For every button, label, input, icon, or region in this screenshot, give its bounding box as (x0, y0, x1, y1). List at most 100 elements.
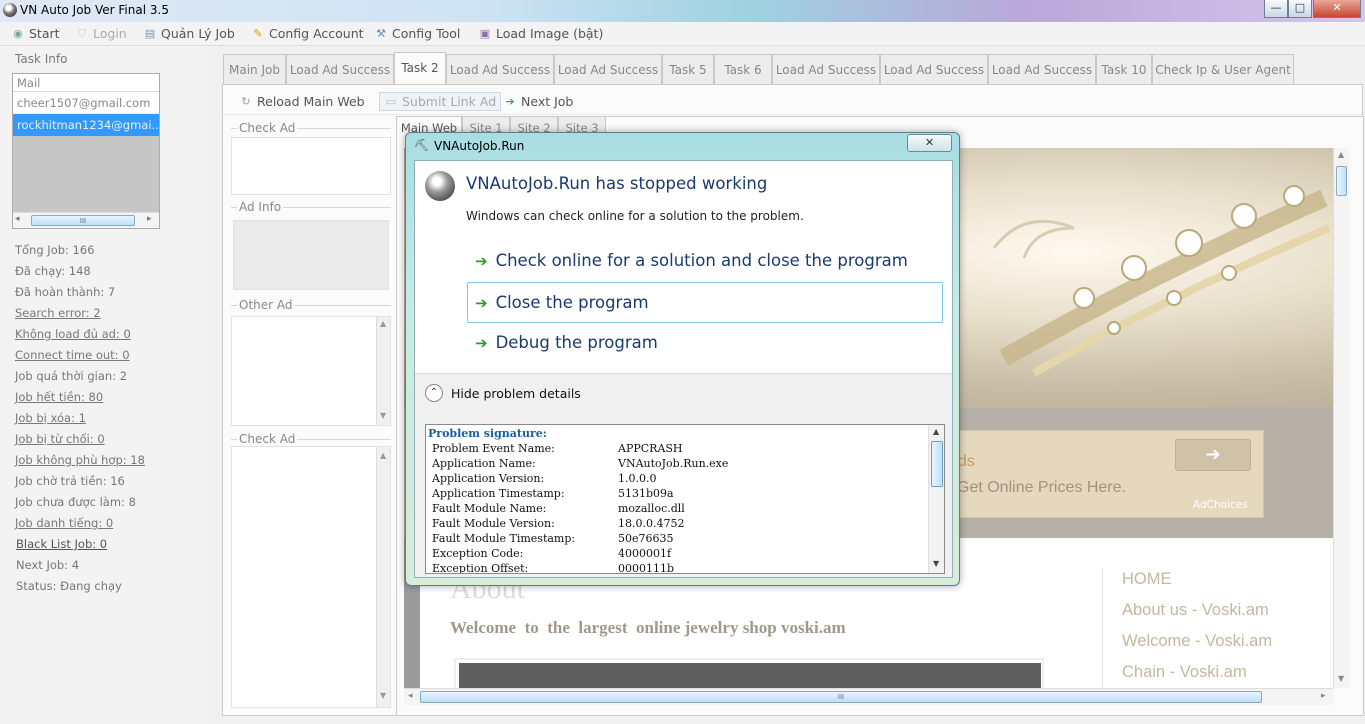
stat-item[interactable]: Job bị xóa: 1 (15, 411, 86, 425)
signature-value: 50e76635 (618, 532, 674, 545)
login-button[interactable]: ⛉ Login (75, 26, 127, 41)
scroll-up-icon[interactable]: ▲ (380, 319, 386, 328)
signature-value: 4000001f (618, 547, 672, 560)
mail-list-item[interactable]: cheer1507@gmail.com (13, 92, 159, 114)
mail-list[interactable]: Mail cheer1507@gmail.com rockhitman1234@… (12, 73, 160, 229)
stat-item[interactable]: Job hết tiền: 80 (15, 390, 103, 404)
other-ad-group: Other Ad ▲ ▼ (231, 298, 391, 426)
web-vscrollbar[interactable]: ▲ ▼ (1333, 148, 1349, 688)
close-button[interactable]: ✕ (1313, 0, 1361, 18)
stat-item[interactable]: Job không phù hợp: 18 (15, 453, 145, 467)
tab-item[interactable]: Load Ad Success (988, 54, 1096, 84)
site-menu-item[interactable]: Chain - Voski.am (1122, 663, 1247, 682)
scroll-down-icon[interactable]: ▼ (380, 691, 386, 700)
tab-item[interactable]: Task 10 (1096, 54, 1152, 84)
ad-text-2[interactable]: Get Online Prices Here. (957, 479, 1126, 497)
mail-list-hscrollbar[interactable]: ◂ III ▸ (13, 212, 159, 228)
tab-item[interactable]: Load Ad Success (880, 54, 988, 84)
check-ad-2-box[interactable]: ▲ ▼ (231, 446, 391, 708)
adchoices-link[interactable]: AdChoices (1193, 499, 1248, 511)
mail-column-header[interactable]: Mail (13, 74, 159, 92)
scroll-down-icon[interactable]: ▼ (1338, 674, 1344, 683)
ad-arrow-button[interactable]: ➔ (1175, 439, 1251, 471)
check-online-label: Check online for a solution and close th… (495, 251, 908, 270)
scroll-right-icon[interactable]: ▸ (1321, 691, 1326, 701)
tab-item[interactable]: Task 6 (714, 54, 772, 84)
signature-value: 1.0.0.0 (618, 472, 657, 485)
close-program-option[interactable]: ➔ Close the program (467, 282, 943, 323)
scroll-down-icon[interactable]: ▼ (933, 559, 939, 568)
tab-item[interactable]: Task 5 (662, 54, 714, 84)
check-ad-label: Check Ad (237, 121, 298, 135)
hide-details-toggle[interactable]: ⌃ Hide problem details (425, 384, 581, 402)
task-tab-strip: Main Job Load Ad Success Task 2 Load Ad Suc… (223, 52, 1363, 86)
scroll-down-icon[interactable]: ▼ (380, 411, 386, 420)
config-account-button[interactable]: ✎ Config Account (251, 26, 364, 41)
stat-item[interactable]: Job bị từ chối: 0 (15, 432, 105, 446)
quan-ly-job-button[interactable]: ▤ Quản Lý Job (143, 26, 235, 41)
load-image-button[interactable]: ▣ Load Image (bật) (478, 26, 604, 41)
config-tool-button[interactable]: ⚒ Config Tool (374, 26, 460, 41)
web-hscroll-thumb[interactable]: III (420, 691, 1262, 703)
ad-box[interactable]: nds Get Online Prices Here. ➔ AdChoices (944, 430, 1264, 518)
web-vscroll-thumb[interactable] (1336, 166, 1347, 196)
ad-info-group: Ad Info (231, 200, 391, 292)
config-account-label: Config Account (269, 26, 364, 41)
signature-row: Exception Offset: 0000111b (432, 562, 674, 573)
login-icon: ⛉ (77, 26, 87, 40)
tab-item[interactable]: Load Ad Success (554, 54, 662, 84)
tab-item[interactable]: Load Ad Success (446, 54, 554, 84)
mail-scroll-thumb[interactable]: III (31, 215, 135, 226)
stat-item[interactable]: Search error: 2 (15, 306, 101, 320)
scroll-left-icon[interactable]: ◂ (408, 691, 413, 701)
scroll-up-icon[interactable]: ▲ (933, 427, 939, 436)
dialog-title: VNAutoJob.Run (434, 139, 525, 153)
check-ad-box (231, 137, 391, 195)
tab-item[interactable]: Load Ad Success (772, 54, 880, 84)
scroll-right-icon[interactable]: ▸ (147, 214, 152, 224)
other-ad-label: Other Ad (237, 298, 295, 312)
stat-item[interactable]: Job danh tiếng: 0 (15, 516, 113, 530)
problem-signature-box[interactable]: Problem signature: Problem Event Name: AP… (425, 424, 945, 574)
signature-row: Exception Code: 4000001f (432, 547, 671, 562)
next-job-button[interactable]: ➔ Next Job (503, 94, 573, 109)
crown-illustration (992, 185, 1331, 377)
signature-scrollbar[interactable]: ▲ ▼ (928, 425, 944, 573)
close-program-label: Close the program (495, 293, 649, 312)
submit-link-ad-button[interactable]: ▭ Submit Link Ad (379, 92, 502, 111)
stat-item[interactable]: Connect time out: 0 (15, 348, 130, 362)
check-ad-2-scrollbar[interactable]: ▲ ▼ (376, 447, 390, 707)
signature-key: Application Name: (432, 457, 536, 470)
main-toolbar: ◉ Start ⛉ Login ▤ Quản Lý Job ✎ Config Accou… (0, 22, 1365, 46)
scroll-up-icon[interactable]: ▲ (380, 451, 386, 460)
check-online-option[interactable]: ➔ Check online for a solution and close t… (475, 251, 908, 270)
check-ad-2-label: Check Ad (237, 432, 298, 446)
start-button[interactable]: ◉ Start (11, 26, 59, 41)
tab-item[interactable]: Load Ad Success (286, 54, 394, 84)
signature-scroll-thumb[interactable] (931, 441, 943, 487)
details-bar: ⌃ Hide problem details (415, 373, 952, 413)
debug-program-option[interactable]: ➔ Debug the program (475, 333, 658, 352)
submit-label: Submit Link Ad (402, 94, 497, 109)
stat-item[interactable]: Black List Job: 0 (16, 537, 107, 551)
site-menu-item[interactable]: HOME (1122, 570, 1172, 589)
mail-list-item-selected[interactable]: rockhitman1234@gmai... (13, 114, 159, 136)
other-ad-scrollbar[interactable]: ▲ ▼ (376, 317, 390, 425)
stat-item[interactable]: Không load đủ ad: 0 (15, 327, 131, 341)
tab-item[interactable]: Check Ip & User Agent (1152, 54, 1294, 84)
web-hscrollbar[interactable]: ◂ III ▸ (404, 688, 1333, 705)
arrow-right-icon: ➔ (1205, 444, 1221, 465)
tab-item[interactable]: Task 2 (394, 52, 446, 86)
signature-row: Fault Module Name: mozalloc.dll (432, 502, 685, 517)
minimize-button[interactable]: — (1264, 0, 1288, 18)
reload-main-web-button[interactable]: ↻ Reload Main Web (239, 94, 364, 109)
tab-item[interactable]: Main Job (223, 54, 286, 84)
maximize-button[interactable]: □ (1288, 0, 1312, 18)
pencil-icon: ✎ (253, 26, 263, 40)
other-ad-box[interactable]: ▲ ▼ (231, 316, 391, 426)
scroll-left-icon[interactable]: ◂ (15, 214, 20, 224)
scroll-up-icon[interactable]: ▲ (1338, 150, 1344, 159)
dialog-close-button[interactable]: ✕ (907, 134, 952, 152)
site-menu-item[interactable]: About us - Voski.am (1122, 601, 1269, 620)
site-menu-item[interactable]: Welcome - Voski.am (1122, 632, 1272, 651)
